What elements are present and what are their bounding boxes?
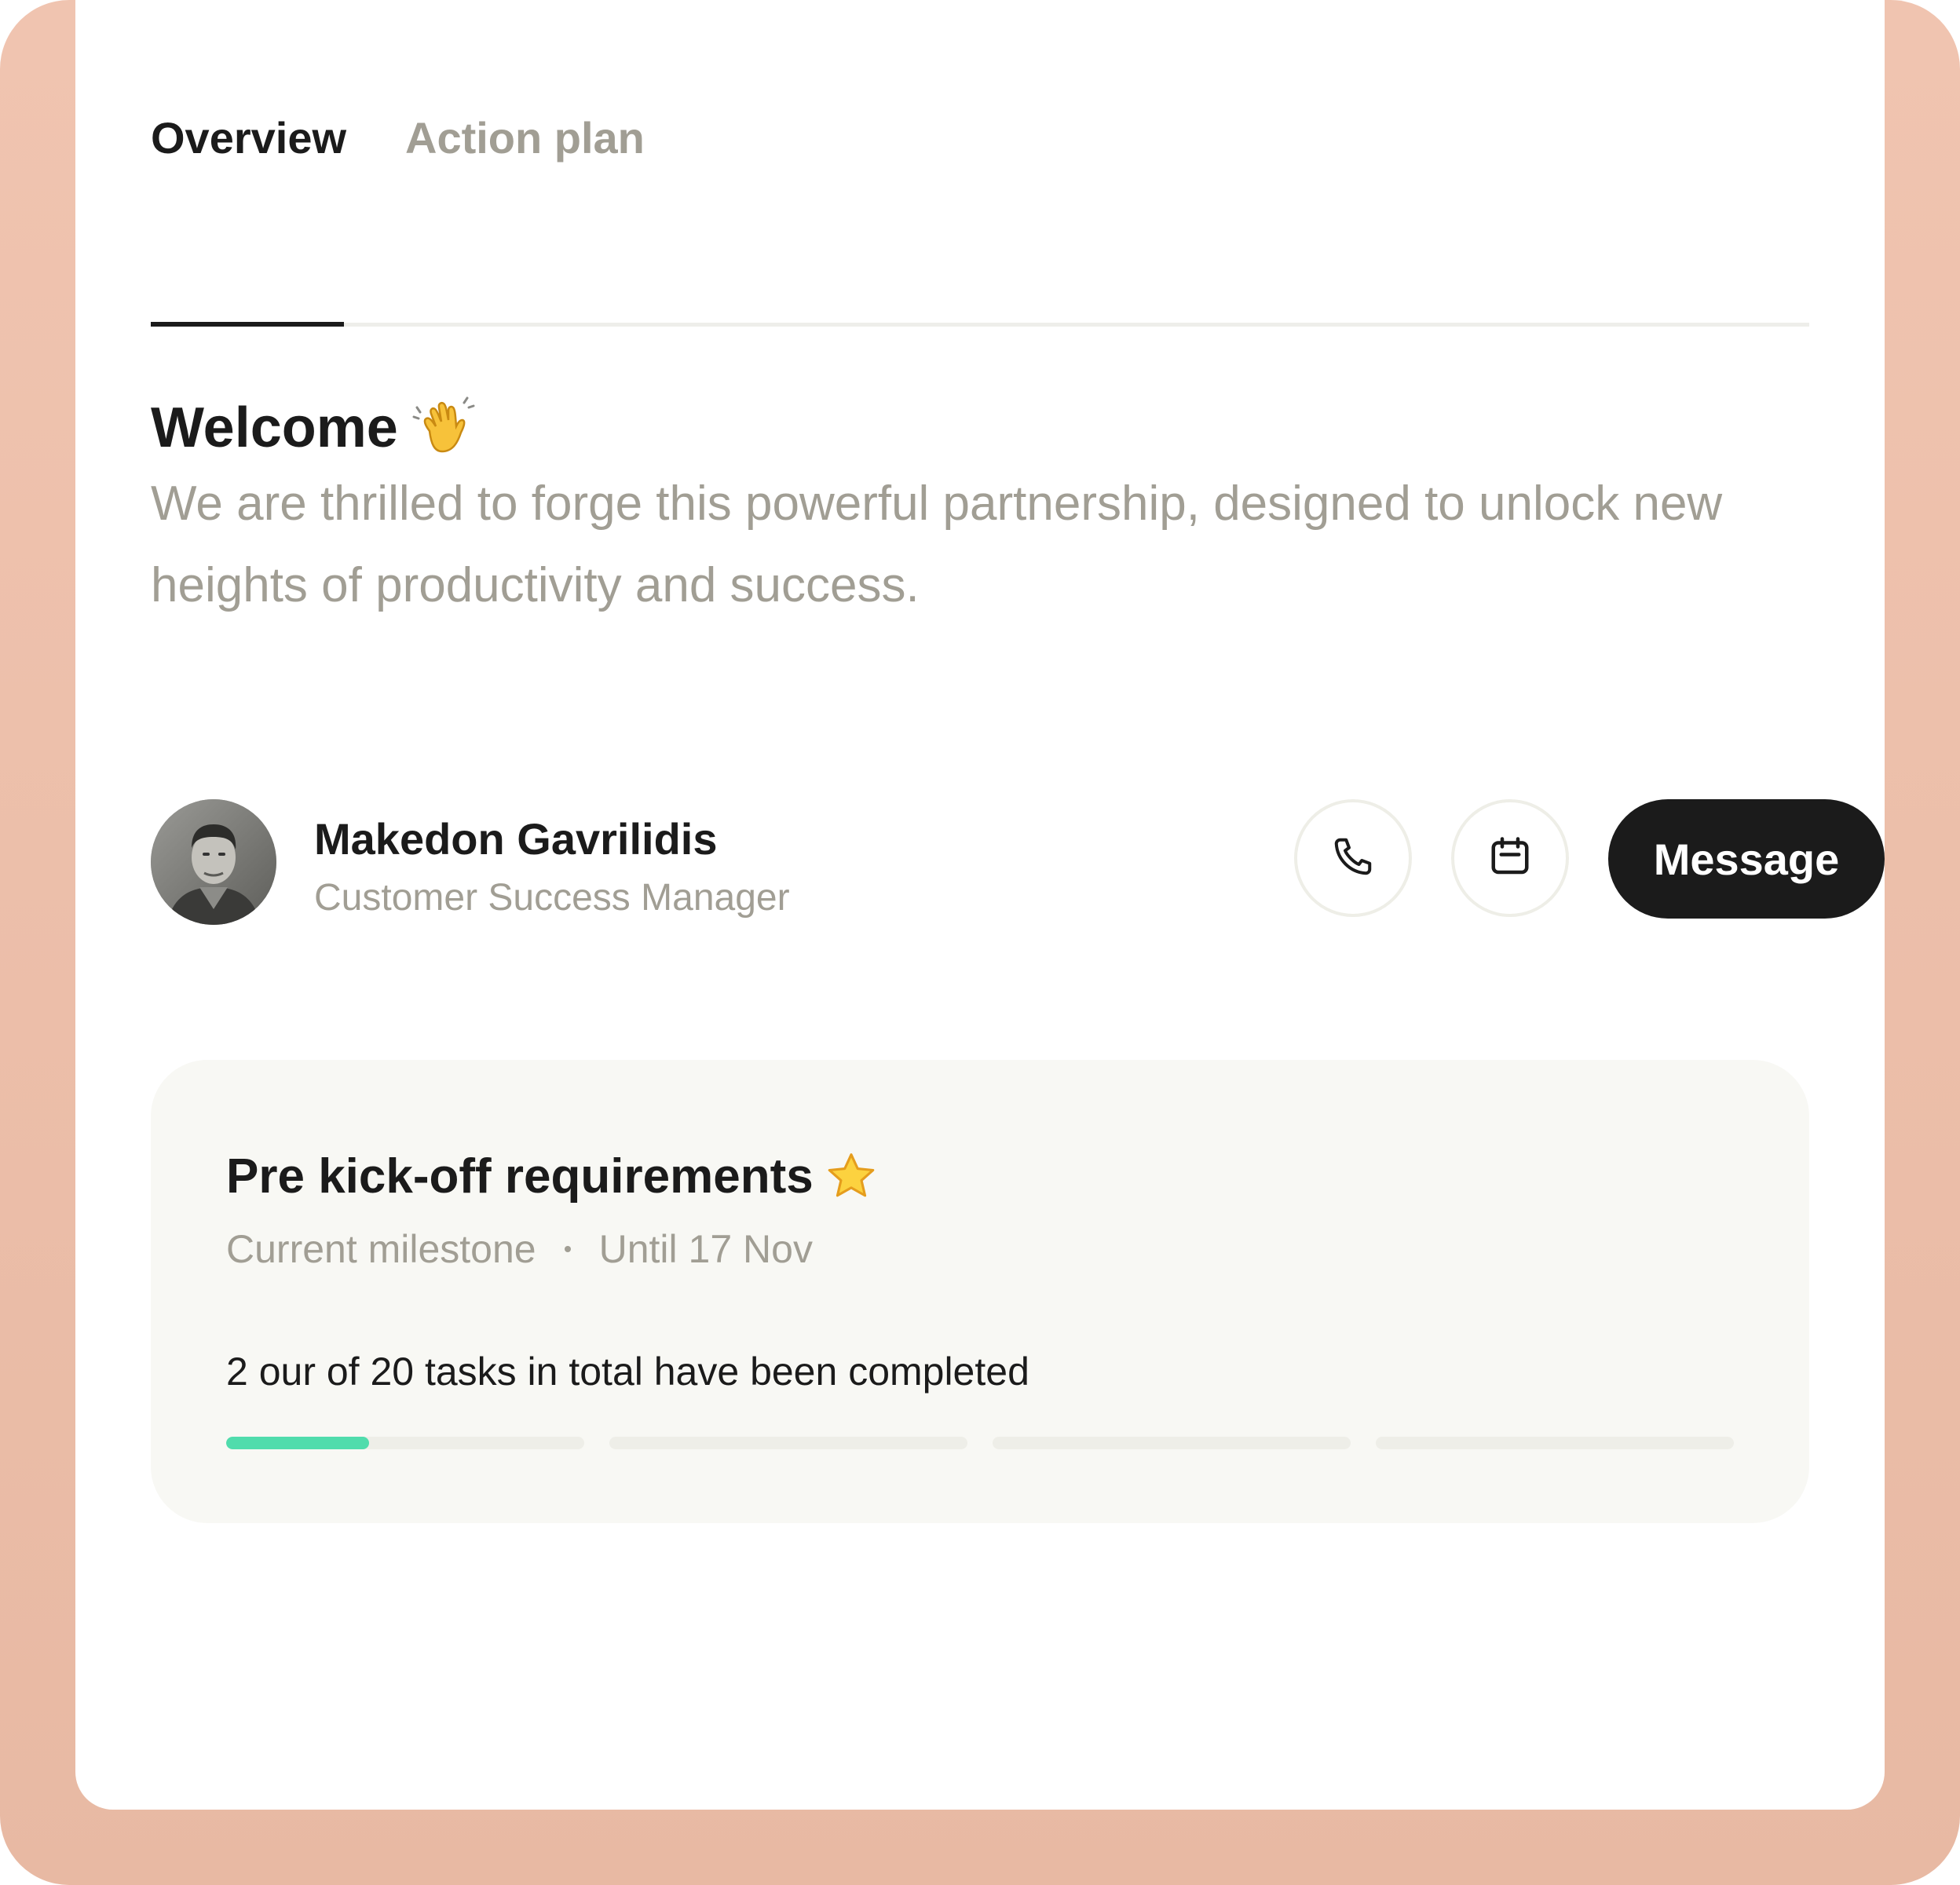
welcome-message: We are thrilled to forge this powerful p… — [151, 477, 1723, 612]
avatar[interactable] — [151, 799, 276, 925]
overview-card: Overview Action plan Welcome We are thri… — [75, 0, 1885, 1810]
separator-dot — [564, 1246, 571, 1252]
welcome-heading: Welcome — [151, 393, 475, 463]
waving-hand-icon — [412, 396, 475, 459]
phone-icon — [1329, 833, 1377, 884]
active-tab-indicator — [151, 322, 344, 327]
milestone-heading: Pre kick-off requirements — [226, 1146, 878, 1207]
calendar-icon — [1486, 833, 1534, 884]
welcome-title: Welcome — [151, 396, 398, 459]
background-frame: Overview Action plan Welcome We are thri… — [0, 0, 1960, 1885]
schedule-button[interactable] — [1451, 799, 1569, 917]
tab-divider — [151, 323, 1809, 327]
message-button[interactable]: Message — [1608, 799, 1885, 919]
tab-bar: Overview Action plan — [151, 110, 1809, 327]
milestone-card: Pre kick-off requirements Current milest… — [151, 1060, 1809, 1523]
milestone-meta: Current milestone Until 17 Nov — [226, 1225, 813, 1273]
progress-bar — [226, 1437, 1734, 1449]
milestone-title: Pre kick-off requirements — [226, 1149, 814, 1204]
milestone-status: Current milestone — [226, 1227, 536, 1271]
account-manager-row: Makedon Gavrilidis Customer Success Mana… — [151, 795, 1885, 926]
call-button[interactable] — [1294, 799, 1412, 917]
tab-action-plan[interactable]: Action plan — [405, 110, 645, 166]
progress-summary: 2 our of 20 tasks in total have been com… — [226, 1350, 1029, 1394]
star-icon — [825, 1150, 878, 1204]
progress-segment — [226, 1437, 584, 1449]
progress-segment — [993, 1437, 1351, 1449]
contact-name: Makedon Gavrilidis — [314, 814, 718, 864]
tab-overview[interactable]: Overview — [151, 110, 346, 166]
milestone-deadline: Until 17 Nov — [598, 1227, 813, 1271]
progress-segment-fill — [226, 1437, 370, 1449]
progress-segment — [609, 1437, 967, 1449]
progress-segment — [1376, 1437, 1734, 1449]
contact-role: Customer Success Manager — [314, 877, 790, 919]
